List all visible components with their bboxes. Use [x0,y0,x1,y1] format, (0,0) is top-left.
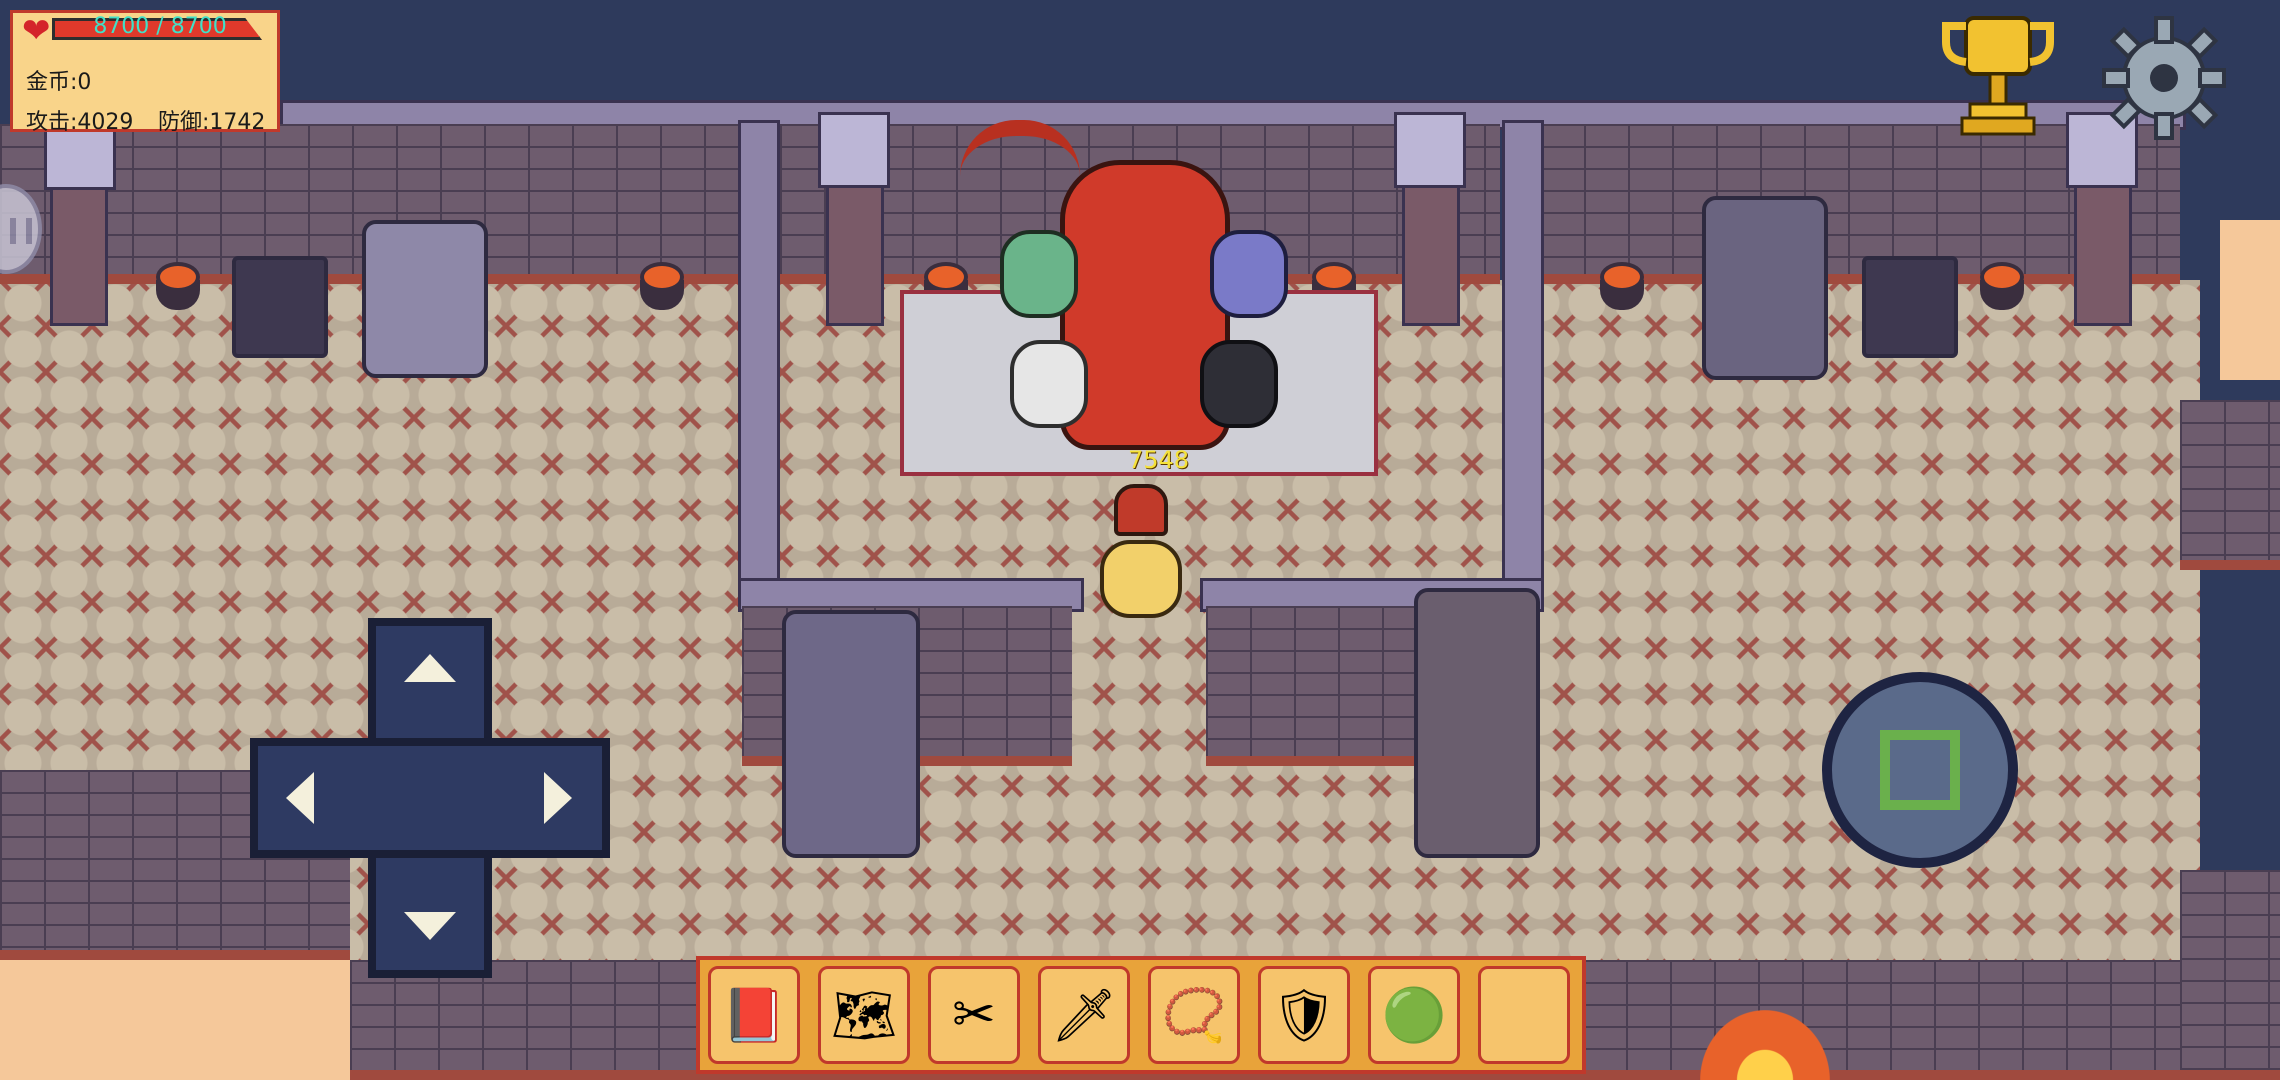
dpad-left[interactable] [258,746,368,850]
pillar [826,170,884,326]
inner-wall-right [1502,120,1544,596]
dpad-center [376,746,484,850]
scissors-icon: ✂ [952,985,996,1045]
arrow-up-icon [404,654,456,682]
green-orb-icon: 🟢 [1381,985,1447,1046]
gem-altar [1862,256,1958,358]
shield-icon: 🛡 [1270,985,1337,1046]
damage-number: 7548 [1128,446,1190,474]
arrow-down-icon [404,912,456,940]
hero-body [1100,540,1182,618]
pillar-cap [818,112,890,188]
gear-icon [2102,16,2226,140]
gem-altar [232,256,328,358]
defense-value: 防御:1742 [158,110,266,135]
pause-icon [10,218,32,244]
sword-icon: 🗡 [1050,985,1117,1046]
pillar [1402,170,1460,326]
toolbar-slot[interactable]: ✂ [928,966,1020,1064]
toolbar-slot[interactable]: 🗺 [818,966,910,1064]
square-icon [1880,730,1960,810]
dragon-head-black [1200,340,1278,428]
fire-hazard [1700,1010,1830,1080]
toolbar-slot[interactable]: 🗡 [1038,966,1130,1064]
inner-wall-left [738,120,780,596]
sand-left [0,960,350,1080]
hero-hat [1114,484,1168,536]
trophy-button[interactable] [1936,12,2060,140]
hooded-statue [1702,196,1828,380]
toolbar-slot[interactable]: 📿 [1148,966,1240,1064]
gold-value: 金币:0 [26,70,92,95]
pillar-cap [44,128,116,190]
pillar [2074,170,2132,326]
dragon-head-white [1010,340,1088,428]
sand-right [2220,220,2280,380]
attack-value: 攻击:4029 [26,110,134,135]
trophy-icon [1942,16,2054,136]
map-icon: 🗺 [830,985,897,1046]
pillar-cap [1394,112,1466,188]
pillar [50,170,108,326]
dragon-head-green [1000,230,1078,318]
dpad [250,618,610,978]
dpad-up[interactable] [376,626,484,736]
dragon-boss [960,120,1300,470]
reaper-statue [1414,588,1540,858]
necklace-icon: 📿 [1161,985,1227,1046]
monster-book-icon: 📕 [721,985,787,1046]
toolbar-slot[interactable]: 🟢 [1368,966,1460,1064]
settings-button[interactable] [2100,14,2228,142]
hp-value: 8700 / 8700 [93,14,227,39]
arrow-left-icon [286,772,314,824]
heart-icon: ❤ [22,11,51,51]
dragon-head-blue [1210,230,1288,318]
right-wall-fragment [2180,400,2280,570]
hero-character [1092,470,1182,630]
right-wall-lower [2180,870,2280,1080]
demon-statue [782,610,920,858]
toolbar-slot[interactable] [1478,966,1570,1064]
toolbar-slot[interactable]: 📕 [708,966,800,1064]
arrow-right-icon [544,772,572,824]
dpad-right[interactable] [492,746,602,850]
dpad-down[interactable] [376,860,484,970]
toolbar-slot[interactable]: 🛡 [1258,966,1350,1064]
spider-statue [362,220,488,378]
